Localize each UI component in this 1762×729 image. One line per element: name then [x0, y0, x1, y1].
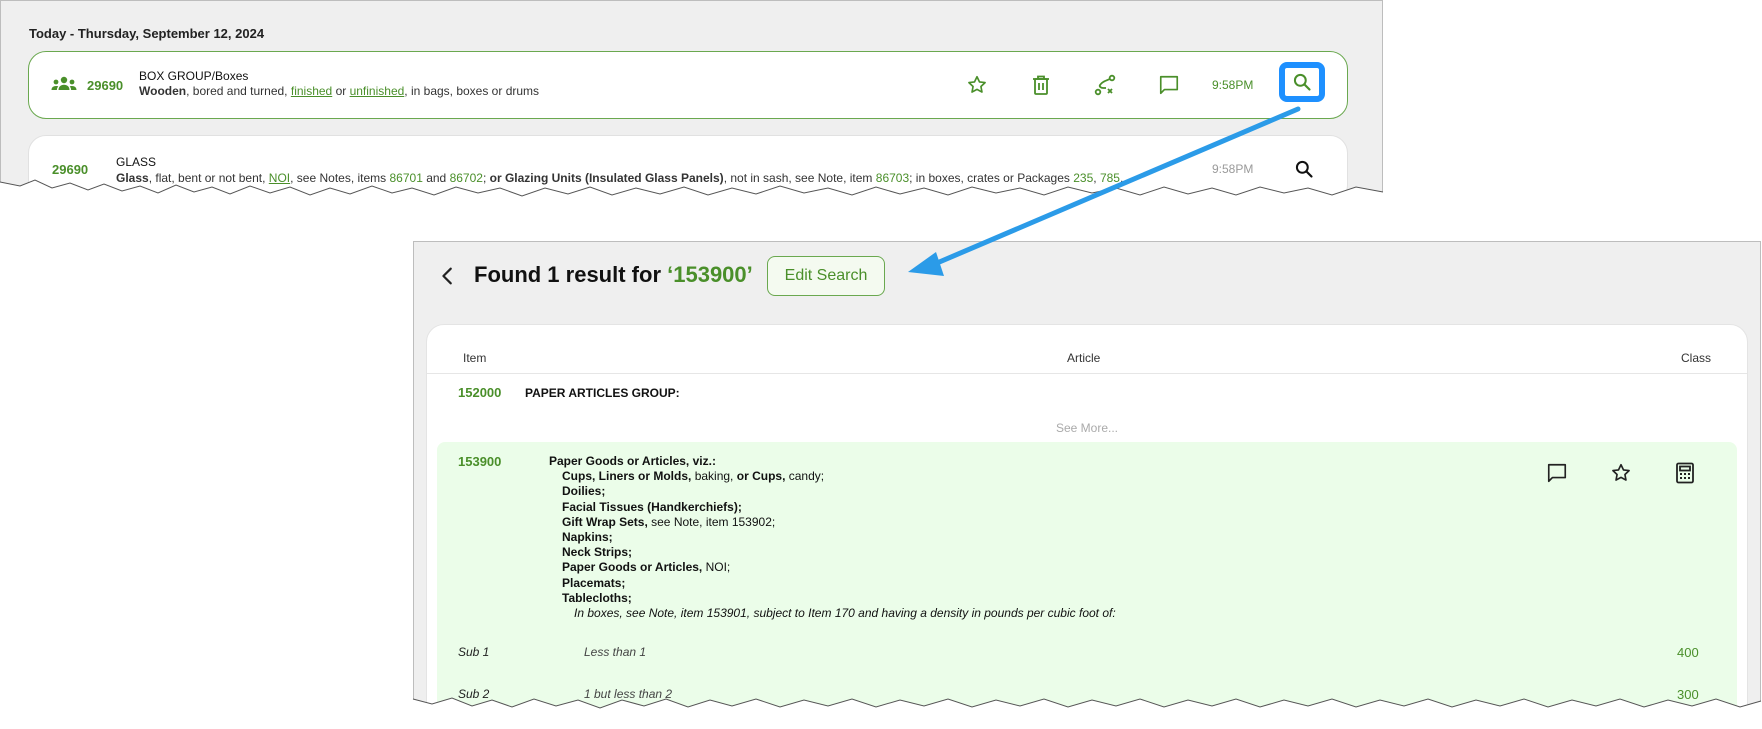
- group-icon: [51, 76, 77, 97]
- calculator-icon[interactable]: [1672, 460, 1698, 486]
- noi-link[interactable]: NOI: [269, 171, 290, 185]
- row-description: Wooden, bored and turned, finished or un…: [139, 84, 540, 98]
- group-title: PAPER ARTICLES GROUP:: [525, 386, 680, 400]
- item-link[interactable]: 86702: [450, 171, 483, 185]
- search-icon[interactable]: [1291, 156, 1317, 182]
- result-item-number[interactable]: 153900: [458, 454, 501, 469]
- results-table: Item Article Class 152000 PAPER ARTICLES…: [426, 324, 1748, 728]
- sub-range: 1 but less than 2: [584, 687, 673, 701]
- result-article-description: Paper Goods or Articles, viz.: Cups, Lin…: [549, 454, 1116, 621]
- results-heading: Found 1 result for ‘153900’: [474, 262, 753, 287]
- star-icon[interactable]: [1608, 460, 1634, 486]
- see-more-link[interactable]: See More...: [427, 421, 1747, 435]
- timestamp: 9:58PM: [1212, 78, 1254, 92]
- row-title: GLASS: [116, 155, 157, 169]
- item-link[interactable]: 785: [1100, 171, 1120, 185]
- sub-label: Sub 1: [458, 645, 490, 659]
- history-row[interactable]: 29690 GLASS Glass, flat, bent or not ben…: [28, 135, 1348, 203]
- star-icon[interactable]: [964, 72, 990, 98]
- sub-label: Sub 2: [458, 687, 490, 701]
- unfinished-link[interactable]: unfinished: [350, 84, 405, 98]
- comment-icon[interactable]: [1156, 72, 1182, 98]
- sub-class[interactable]: 400: [1677, 645, 1737, 660]
- item-number[interactable]: 29690: [52, 162, 88, 177]
- route-icon[interactable]: [1092, 72, 1118, 98]
- column-header-class: Class: [1681, 351, 1712, 365]
- column-header-article: Article: [1067, 351, 1101, 365]
- item-link[interactable]: 86703: [876, 171, 909, 185]
- item-link[interactable]: 86701: [390, 171, 423, 185]
- header-divider: [427, 373, 1747, 374]
- search-results-panel: Found 1 result for ‘153900’ Edit Search …: [413, 241, 1761, 729]
- date-heading: Today - Thursday, September 12, 2024: [29, 26, 265, 41]
- row-title: BOX GROUP/Boxes: [139, 69, 249, 83]
- item-number[interactable]: 29690: [87, 78, 123, 93]
- search-icon: [1292, 72, 1312, 92]
- trash-icon[interactable]: [1028, 72, 1054, 98]
- comment-icon[interactable]: [1544, 460, 1570, 486]
- timestamp: 9:58PM: [1212, 162, 1254, 176]
- result-row-highlighted[interactable]: 153900 Paper Goods or Articles, viz.: Cu…: [437, 442, 1737, 728]
- group-item-number[interactable]: 152000: [458, 385, 501, 400]
- finished-link[interactable]: finished: [291, 84, 332, 98]
- sub-class[interactable]: 300: [1677, 687, 1737, 702]
- history-row[interactable]: 29690 BOX GROUP/Boxes Wooden, bored and …: [28, 51, 1348, 119]
- history-panel: Today - Thursday, September 12, 2024 296…: [0, 0, 1383, 205]
- column-header-item: Item: [463, 351, 487, 365]
- row-description: Glass, flat, bent or not bent, NOI, see …: [116, 171, 1134, 185]
- chevron-left-icon[interactable]: [434, 262, 462, 290]
- item-link[interactable]: 235: [1073, 171, 1093, 185]
- edit-search-button[interactable]: Edit Search: [767, 256, 885, 296]
- search-query: ‘153900’: [667, 262, 753, 287]
- sub-range: Less than 1: [584, 645, 647, 659]
- density-note: In boxes, see Note, item 153901, subject…: [574, 606, 1116, 621]
- search-button[interactable]: [1279, 62, 1325, 102]
